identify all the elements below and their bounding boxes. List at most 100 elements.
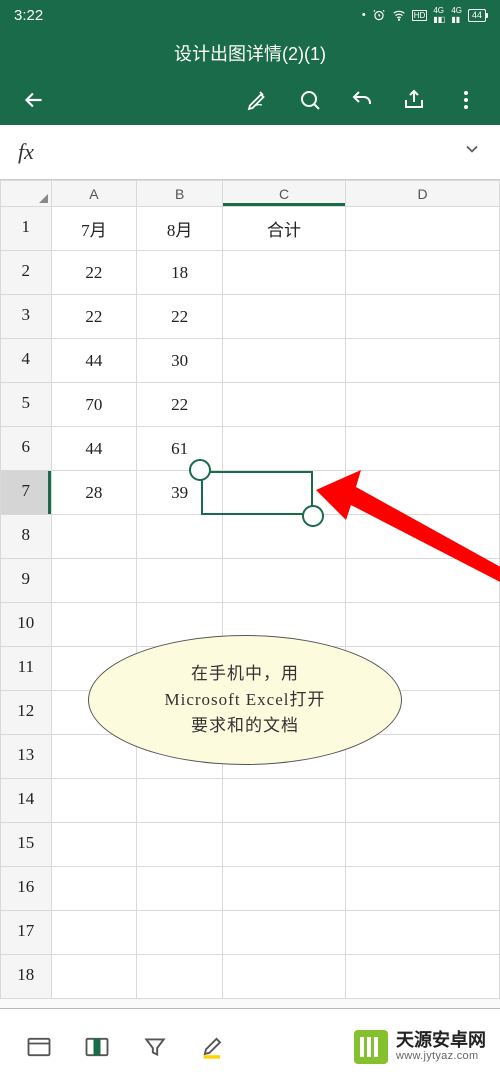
column-button[interactable] [68, 1019, 126, 1075]
cell[interactable] [222, 955, 345, 999]
cell[interactable] [222, 427, 345, 471]
cell[interactable] [137, 559, 223, 603]
cell[interactable] [51, 911, 137, 955]
row-header[interactable]: 7 [1, 471, 52, 515]
cell[interactable] [346, 295, 500, 339]
cell[interactable]: 22 [51, 295, 137, 339]
sheet-button[interactable] [10, 1019, 68, 1075]
cell[interactable] [346, 383, 500, 427]
cell[interactable] [346, 207, 500, 251]
cell[interactable] [51, 955, 137, 999]
cell[interactable]: 70 [51, 383, 137, 427]
row-header[interactable]: 12 [1, 691, 52, 735]
cell[interactable] [346, 735, 500, 779]
cell[interactable]: 22 [137, 295, 223, 339]
cell[interactable]: 28 [51, 471, 137, 515]
selection-handle-bottom-right[interactable] [302, 505, 324, 527]
cell[interactable] [51, 823, 137, 867]
col-header-D[interactable]: D [346, 181, 500, 207]
cell[interactable] [137, 955, 223, 999]
signal-1-icon: 4G▮◧ [433, 6, 445, 24]
cell[interactable] [222, 339, 345, 383]
row-header[interactable]: 1 [1, 207, 52, 251]
cell[interactable] [222, 911, 345, 955]
cell[interactable] [346, 339, 500, 383]
signal-2-icon: 4G▮▮ [451, 6, 462, 24]
hd-icon: HD [412, 10, 428, 21]
row-header[interactable]: 13 [1, 735, 52, 779]
cell[interactable] [346, 911, 500, 955]
cell[interactable] [137, 823, 223, 867]
cell[interactable]: 合计 [222, 207, 345, 251]
cell[interactable] [346, 471, 500, 515]
col-header-B[interactable]: B [137, 181, 223, 207]
cell[interactable] [51, 559, 137, 603]
cell[interactable] [222, 383, 345, 427]
cell[interactable] [222, 823, 345, 867]
cell[interactable] [222, 295, 345, 339]
cell[interactable]: 7月 [51, 207, 137, 251]
cell[interactable]: 22 [51, 251, 137, 295]
row-header[interactable]: 18 [1, 955, 52, 999]
row-header[interactable]: 14 [1, 779, 52, 823]
cell[interactable]: 18 [137, 251, 223, 295]
cell[interactable] [51, 779, 137, 823]
cell[interactable] [346, 955, 500, 999]
col-header-A[interactable]: A [51, 181, 137, 207]
row-header[interactable]: 5 [1, 383, 52, 427]
cell[interactable] [222, 251, 345, 295]
highlight-button[interactable] [184, 1019, 242, 1075]
cell[interactable]: 39 [137, 471, 223, 515]
cell[interactable] [346, 779, 500, 823]
edit-pen-button[interactable] [236, 78, 280, 122]
row-header[interactable]: 4 [1, 339, 52, 383]
cell[interactable] [346, 603, 500, 647]
cell[interactable] [346, 823, 500, 867]
row-header[interactable]: 8 [1, 515, 52, 559]
select-all-corner[interactable] [1, 181, 52, 207]
back-button[interactable] [12, 78, 56, 122]
cell[interactable] [346, 515, 500, 559]
row-header[interactable]: 17 [1, 911, 52, 955]
row-header[interactable]: 9 [1, 559, 52, 603]
formula-bar[interactable]: fx [0, 125, 500, 180]
cell[interactable] [222, 559, 345, 603]
cell[interactable] [137, 779, 223, 823]
more-menu-button[interactable] [444, 78, 488, 122]
cell[interactable] [346, 559, 500, 603]
spreadsheet[interactable]: A B C D 1 7月 8月 合计 2 22 18 3 22 22 4 44 … [0, 180, 500, 1084]
cell[interactable] [346, 867, 500, 911]
undo-button[interactable] [340, 78, 384, 122]
cell[interactable] [51, 867, 137, 911]
cell[interactable]: 22 [137, 383, 223, 427]
cell[interactable]: 44 [51, 339, 137, 383]
cell[interactable] [222, 867, 345, 911]
cell[interactable]: 8月 [137, 207, 223, 251]
cell[interactable] [51, 603, 137, 647]
search-button[interactable] [288, 78, 332, 122]
cell[interactable] [346, 427, 500, 471]
row-header[interactable]: 2 [1, 251, 52, 295]
row-header[interactable]: 6 [1, 427, 52, 471]
cell[interactable] [137, 867, 223, 911]
row-header[interactable]: 3 [1, 295, 52, 339]
cell[interactable] [222, 471, 345, 515]
cell[interactable] [222, 779, 345, 823]
chevron-down-icon[interactable] [462, 139, 482, 165]
filter-button[interactable] [126, 1019, 184, 1075]
cell[interactable]: 30 [137, 339, 223, 383]
cell[interactable] [222, 515, 345, 559]
cell[interactable] [137, 515, 223, 559]
cell[interactable]: 44 [51, 427, 137, 471]
cell[interactable] [137, 911, 223, 955]
share-button[interactable] [392, 78, 436, 122]
grid[interactable]: A B C D 1 7月 8月 合计 2 22 18 3 22 22 4 44 … [0, 180, 500, 999]
selection-handle-top-left[interactable] [189, 459, 211, 481]
row-header[interactable]: 11 [1, 647, 52, 691]
cell[interactable] [51, 515, 137, 559]
row-header[interactable]: 15 [1, 823, 52, 867]
row-header[interactable]: 16 [1, 867, 52, 911]
cell[interactable] [346, 251, 500, 295]
col-header-C[interactable]: C [222, 181, 345, 207]
row-header[interactable]: 10 [1, 603, 52, 647]
